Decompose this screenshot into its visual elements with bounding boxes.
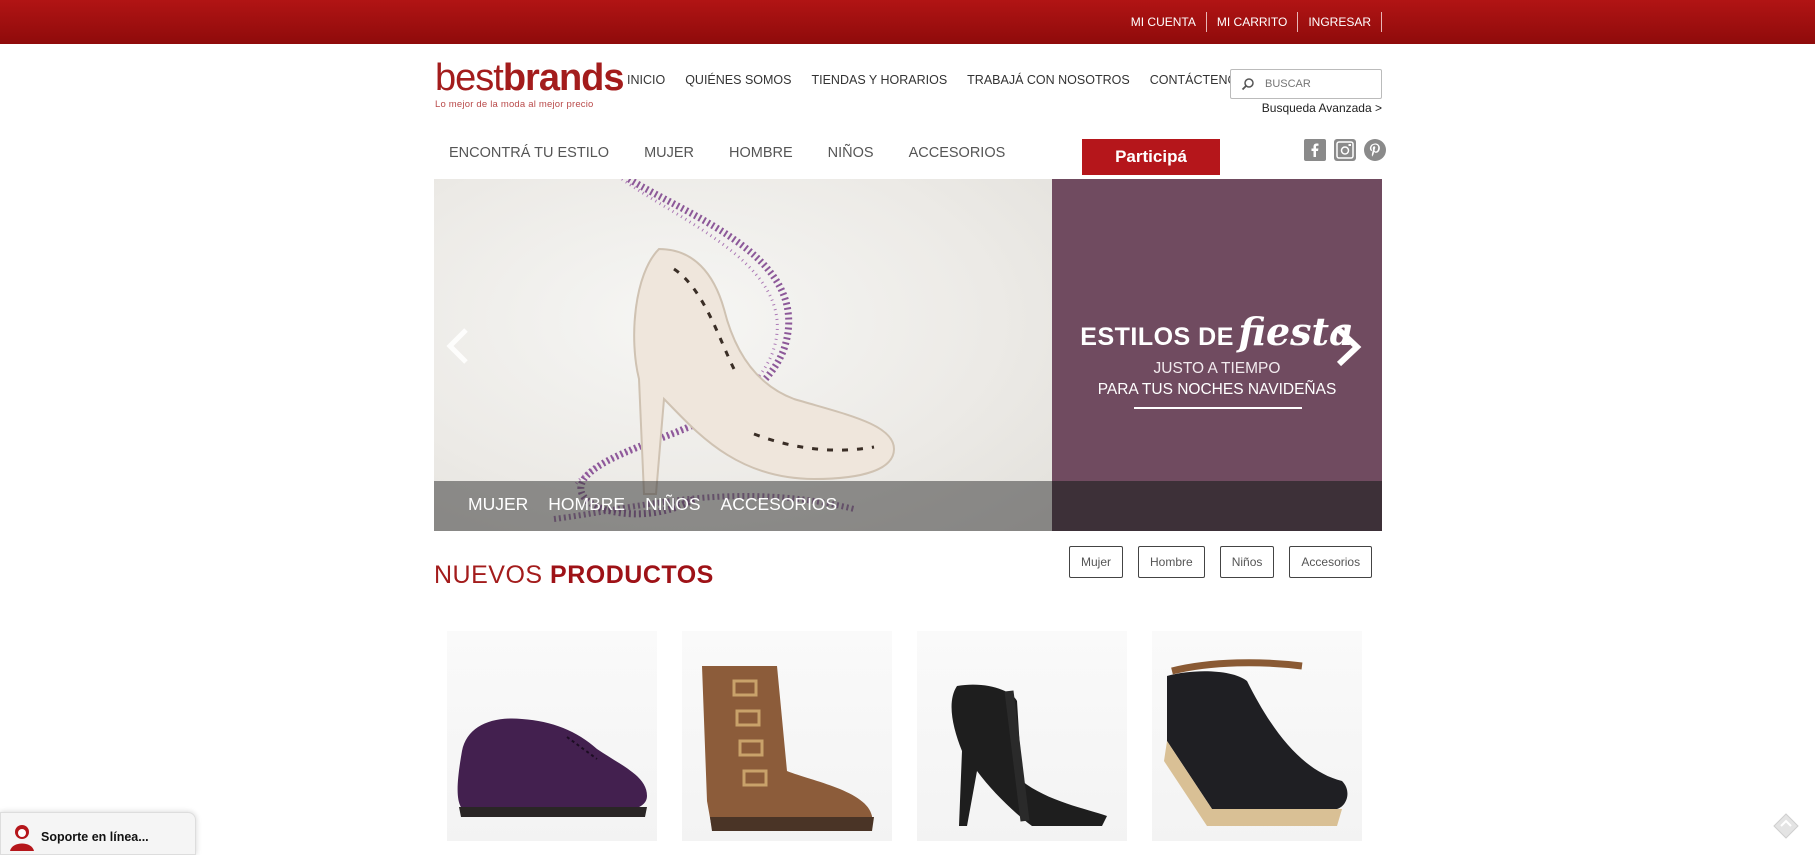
- product-card[interactable]: [682, 631, 892, 841]
- support-agent-icon: [10, 825, 34, 851]
- participa-button[interactable]: Participá: [1082, 139, 1220, 175]
- new-products-title: NUEVOS PRODUCTOS: [434, 561, 714, 589]
- pinterest-icon[interactable]: [1364, 139, 1386, 161]
- product-card[interactable]: [917, 631, 1127, 841]
- product-grid: [447, 631, 1387, 841]
- filter-accesorios-button[interactable]: Accesorios: [1289, 546, 1373, 578]
- hero-subtitle-1: JUSTO A TIEMPO: [1153, 360, 1281, 377]
- account-links: MI CUENTA MI CARRITO INGRESAR: [1121, 0, 1382, 44]
- filter-mujer-button[interactable]: Mujer: [1069, 546, 1124, 578]
- hero-cat-mujer[interactable]: MUJER: [468, 494, 528, 515]
- product-image: [1164, 659, 1348, 826]
- filter-hombre-button[interactable]: Hombre: [1138, 546, 1205, 578]
- my-cart-link[interactable]: MI CARRITO: [1207, 12, 1299, 32]
- product-filters: Mujer Hombre Niños Accesorios: [1069, 546, 1387, 578]
- nav-inicio[interactable]: INICIO: [627, 73, 665, 87]
- login-link[interactable]: INGRESAR: [1298, 12, 1382, 32]
- product-card[interactable]: [447, 631, 657, 841]
- product-image: [702, 666, 874, 831]
- top-bar: MI CUENTA MI CARRITO INGRESAR: [0, 0, 1815, 44]
- facebook-icon[interactable]: [1304, 139, 1326, 161]
- tag-icon[interactable]: [1772, 812, 1800, 840]
- hero-banner[interactable]: MUJER HOMBRE NIÑOS ACCESORIOS ESTILOS DE…: [434, 179, 1382, 531]
- hero-category-bar-right: [1052, 481, 1382, 531]
- nav-quienes-somos[interactable]: QUIÉNES SOMOS: [685, 73, 791, 87]
- search-input[interactable]: [1265, 75, 1375, 93]
- search-box: [1230, 69, 1382, 99]
- hero-cat-hombre[interactable]: HOMBRE: [548, 494, 625, 515]
- chevron-left-icon[interactable]: [446, 326, 470, 366]
- cat-encontra-tu-estilo[interactable]: ENCONTRÁ TU ESTILO: [449, 145, 609, 161]
- hero-categories: MUJER HOMBRE NIÑOS ACCESORIOS: [468, 494, 857, 515]
- hero-title: ESTILOS DE fiesta: [1080, 309, 1354, 354]
- advanced-search-link[interactable]: Busqueda Avanzada >: [1230, 101, 1382, 115]
- product-card[interactable]: [1152, 631, 1362, 841]
- category-nav: ENCONTRÁ TU ESTILO MUJER HOMBRE NIÑOS AC…: [449, 145, 1040, 161]
- logo[interactable]: bestbrands Lo mejor de la moda al mejor …: [435, 57, 625, 110]
- support-label: Soporte en línea...: [41, 830, 149, 844]
- cat-ninos[interactable]: NIÑOS: [828, 145, 874, 161]
- hero-cat-ninos[interactable]: NIÑOS: [645, 494, 700, 515]
- chevron-right-icon[interactable]: [1334, 326, 1362, 368]
- hero-promo-panel: [1052, 179, 1382, 531]
- support-chat-widget[interactable]: Soporte en línea...: [0, 812, 196, 855]
- logo-tagline: Lo mejor de la moda al mejor precio: [435, 99, 594, 110]
- main-nav: INICIO QUIÉNES SOMOS TIENDAS Y HORARIOS …: [627, 73, 1266, 87]
- cat-hombre[interactable]: HOMBRE: [729, 145, 793, 161]
- logo-wordmark: bestbrands: [435, 57, 625, 99]
- nav-trabaja-con-nosotros[interactable]: TRABAJÁ CON NOSOTROS: [967, 73, 1130, 87]
- product-image: [951, 684, 1107, 826]
- instagram-icon[interactable]: [1334, 139, 1356, 161]
- hero-subtitle-2: PARA TUS NOCHES NAVIDEÑAS: [1097, 381, 1337, 398]
- product-image: [457, 718, 647, 817]
- hero-cat-accesorios[interactable]: ACCESORIOS: [721, 494, 838, 515]
- search-icon[interactable]: [1241, 77, 1255, 91]
- hero-underline: [1134, 407, 1302, 409]
- cat-mujer[interactable]: MUJER: [644, 145, 694, 161]
- hero-image: [434, 179, 1052, 531]
- hero-shoe-illustration: [553, 179, 896, 522]
- cat-accesorios[interactable]: ACCESORIOS: [909, 145, 1006, 161]
- nav-tiendas-horarios[interactable]: TIENDAS Y HORARIOS: [811, 73, 947, 87]
- filter-ninos-button[interactable]: Niños: [1219, 546, 1275, 578]
- my-account-link[interactable]: MI CUENTA: [1121, 12, 1207, 32]
- social-icons: [1296, 139, 1386, 161]
